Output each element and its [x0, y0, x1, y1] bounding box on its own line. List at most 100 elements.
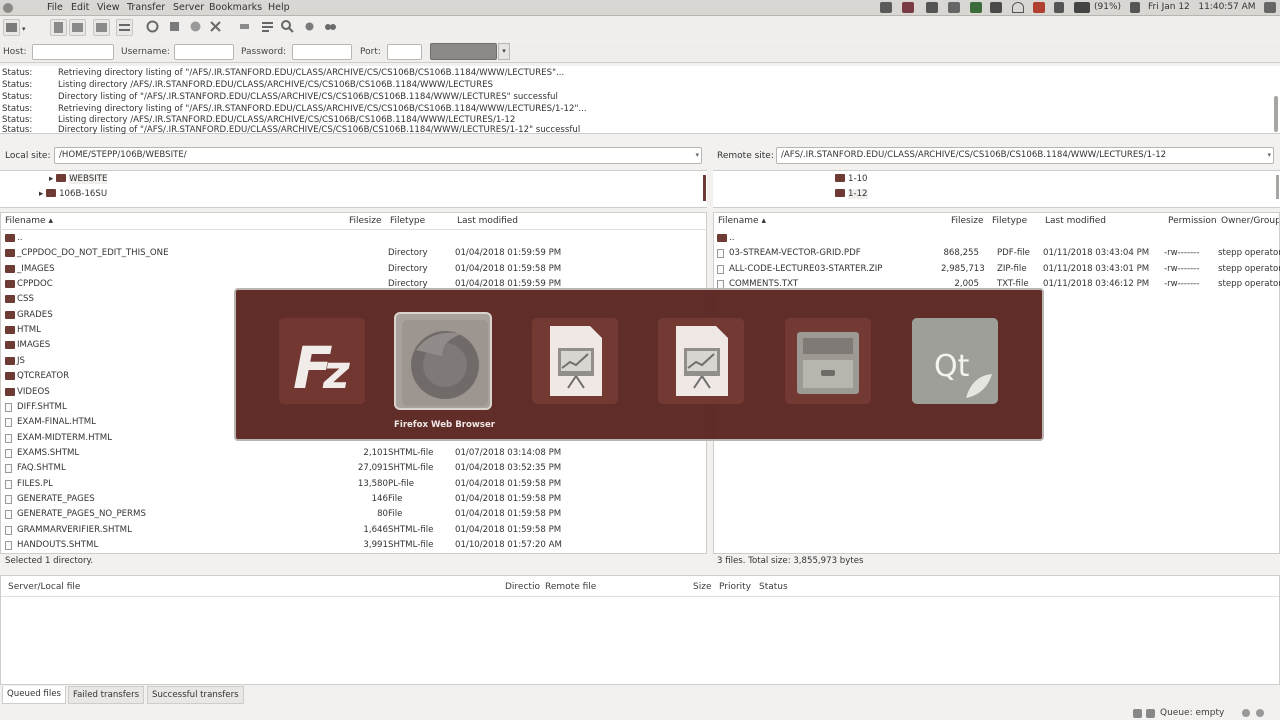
cell-name: FILES.PL — [17, 478, 53, 489]
cell-modified: 01/04/2018 01:59:58 PM — [455, 493, 562, 504]
search-icon[interactable] — [323, 19, 340, 36]
keyboard-icon[interactable] — [948, 2, 960, 13]
password-input[interactable] — [292, 44, 352, 60]
local-path-input[interactable]: /HOME/STEPP/106B/WEBSITE/ ▾ — [54, 147, 702, 164]
cell-modified: 01/04/2018 01:59:58 PM — [455, 524, 562, 535]
queue-col-remote-file[interactable]: Remote file — [545, 582, 596, 592]
menu-edit[interactable]: Edit — [71, 2, 89, 13]
remote-tree-scrollbar[interactable] — [1276, 175, 1279, 199]
log-scrollbar[interactable] — [1274, 96, 1278, 132]
lock-icon — [1133, 709, 1142, 718]
folder-icon — [5, 310, 15, 319]
remote-dir-tree[interactable]: 1-10 1-12 — [713, 170, 1280, 208]
queue-col-direction[interactable]: Directio — [505, 582, 540, 592]
cell-modified: 01/04/2018 01:59:58 PM — [455, 478, 562, 489]
folder-icon — [5, 295, 15, 304]
camera-icon[interactable] — [880, 2, 892, 13]
chevron-down-icon[interactable]: ▾ — [695, 151, 699, 159]
message-log[interactable]: Status: Retrieving directory listing of "… — [0, 66, 1280, 135]
app-impress-2[interactable] — [652, 312, 750, 410]
menu-file[interactable]: File — [47, 2, 63, 13]
directory-comparison-icon[interactable] — [260, 19, 277, 36]
local-tree-scrollbar[interactable] — [703, 175, 706, 201]
app-file-manager[interactable] — [779, 312, 877, 410]
tree-item-1-10[interactable]: 1-10 — [835, 174, 868, 184]
queue-col-size[interactable]: Size — [693, 582, 711, 592]
local-col-filetype[interactable]: Filetype — [390, 216, 425, 226]
host-input[interactable] — [32, 44, 114, 60]
transfer-indicator-icon — [1146, 709, 1155, 718]
tree-item-106b-16su[interactable]: ▸ 106B-16SU — [39, 189, 107, 199]
remote-col-filename[interactable]: Filename ▴ — [718, 216, 766, 226]
local-col-filename[interactable]: Filename ▴ — [5, 216, 53, 226]
local-col-filesize[interactable]: Filesize — [349, 216, 382, 226]
menu-transfer[interactable]: Transfer — [127, 2, 165, 13]
menu-view[interactable]: View — [97, 2, 120, 13]
refresh-icon[interactable] — [145, 19, 162, 36]
chevron-down-icon[interactable]: ▾ — [1267, 151, 1271, 159]
sync-browsing-icon[interactable] — [302, 19, 319, 36]
mail-icon[interactable] — [990, 2, 1002, 13]
expand-icon[interactable]: ▸ — [39, 189, 43, 199]
disconnect-icon[interactable] — [208, 19, 225, 36]
language-icon[interactable] — [1033, 2, 1045, 13]
remote-col-filetype[interactable]: Filetype — [992, 216, 1027, 226]
remote-path-input[interactable]: /AFS/.IR.STANFORD.EDU/CLASS/ARCHIVE/CS/C… — [776, 147, 1274, 164]
qt-icon: Qt — [912, 318, 998, 404]
cell-name: FAQ.SHTML — [17, 463, 66, 474]
close-window-icon[interactable] — [3, 3, 13, 13]
cell-size: 868,255 — [943, 248, 979, 259]
remote-site-label: Remote site: — [717, 151, 774, 161]
local-col-modified[interactable]: Last modified — [457, 216, 518, 226]
quickconnect-button[interactable] — [430, 43, 497, 60]
filter-icon[interactable] — [280, 19, 297, 36]
app-qt-creator[interactable]: Qt — [906, 312, 1004, 410]
cell-type: SHTML-file — [388, 524, 434, 535]
cancel-operation-icon[interactable] — [188, 19, 205, 36]
log-line: Status: Directory listing of "/AFS/.IR.ST… — [2, 92, 558, 102]
site-manager-dropdown-icon[interactable]: ▾ — [22, 25, 26, 33]
port-input[interactable] — [387, 44, 422, 60]
local-dir-tree[interactable]: ▸ WEBSITE ▸ 106B-16SU — [0, 170, 707, 208]
battery-icon[interactable] — [1074, 2, 1090, 13]
app-firefox[interactable] — [394, 312, 492, 410]
expand-icon[interactable]: ▸ — [49, 174, 53, 184]
toggle-remote-tree-icon[interactable] — [93, 19, 110, 36]
username-input[interactable] — [174, 44, 234, 60]
menu-server[interactable]: Server — [173, 2, 204, 13]
wifi-icon[interactable] — [1012, 2, 1024, 13]
remote-col-permission[interactable]: Permission — [1168, 216, 1217, 226]
remote-col-modified[interactable]: Last modified — [1045, 216, 1106, 226]
menu-bookmarks[interactable]: Bookmarks — [209, 2, 262, 13]
cell-type: SHTML-file — [388, 463, 434, 474]
dropbox-icon[interactable] — [902, 2, 914, 13]
queue-col-server-local[interactable]: Server/Local file — [8, 582, 80, 592]
tab-successful-transfers[interactable]: Successful transfers — [147, 686, 244, 704]
clock[interactable]: Fri Jan 12 11:40:57 AM — [1148, 2, 1256, 12]
tab-queued-files[interactable]: Queued files — [2, 686, 66, 704]
app-filezilla[interactable]: Fz — [273, 312, 371, 410]
queue-col-priority[interactable]: Priority — [719, 582, 751, 592]
toggle-log-icon[interactable] — [50, 19, 67, 36]
power-icon[interactable] — [1264, 2, 1276, 13]
volume-icon[interactable] — [1130, 2, 1140, 13]
queue-col-status[interactable]: Status — [759, 582, 788, 592]
toggle-queue-icon[interactable] — [116, 19, 133, 36]
site-manager-icon[interactable] — [3, 19, 20, 36]
remote-col-filesize[interactable]: Filesize — [951, 216, 984, 226]
app-impress-1[interactable] — [526, 312, 624, 410]
process-queue-icon[interactable] — [167, 19, 184, 36]
remote-col-owner[interactable]: Owner/Group — [1221, 216, 1279, 226]
tree-item-1-12[interactable]: 1-12 — [835, 189, 868, 199]
sync-icon[interactable] — [970, 2, 982, 13]
tree-item-website[interactable]: ▸ WEBSITE — [49, 174, 108, 184]
toggle-local-tree-icon[interactable] — [69, 19, 86, 36]
bluetooth-icon[interactable] — [1054, 2, 1064, 13]
quickconnect-dropdown-icon[interactable]: ▾ — [498, 43, 510, 60]
reconnect-icon[interactable] — [237, 19, 254, 36]
file-icon — [5, 433, 12, 443]
monitor-icon[interactable] — [926, 2, 938, 13]
transfer-queue[interactable]: Server/Local file Directio Remote file S… — [0, 575, 1280, 685]
menu-help[interactable]: Help — [268, 2, 290, 13]
tab-failed-transfers[interactable]: Failed transfers — [68, 686, 145, 704]
